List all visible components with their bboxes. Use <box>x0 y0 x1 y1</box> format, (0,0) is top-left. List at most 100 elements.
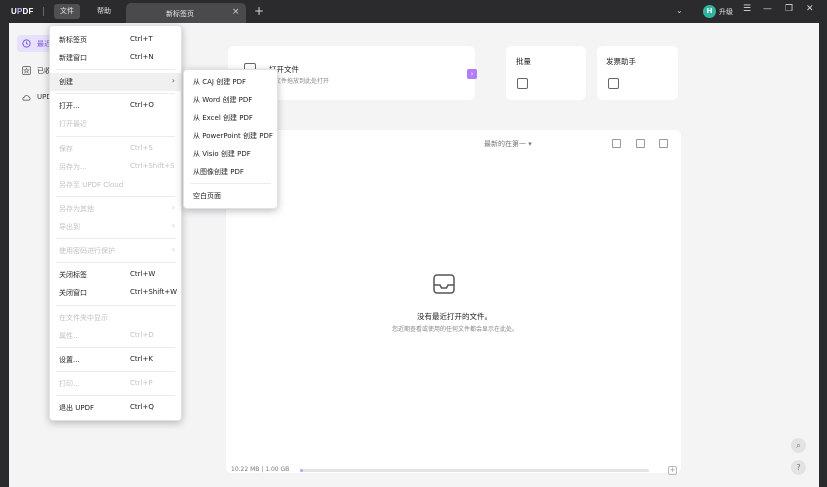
submenu-item-from-word[interactable]: 从 Word 创建 PDF <box>184 91 277 109</box>
submenu-item-from-powerpoint[interactable]: 从 PowerPoint 创建 PDF <box>184 127 277 145</box>
menu-item-shortcut: Ctrl+K <box>130 355 153 363</box>
invoice-card[interactable]: 发票助手 <box>597 46 678 100</box>
submenu-item-label: 从 PowerPoint 创建 PDF <box>193 132 273 140</box>
menu-item-create[interactable]: 创建 › <box>50 73 181 91</box>
menu-item-close-tab[interactable]: 关闭标签 Ctrl+W <box>50 266 181 284</box>
trash-icon[interactable] <box>659 139 668 148</box>
invoice-icon <box>608 78 619 89</box>
menu-item-settings[interactable]: 设置... Ctrl+K <box>50 351 181 369</box>
menu-separator <box>56 262 175 263</box>
menu-item-shortcut: Ctrl+N <box>130 53 154 61</box>
menu-item-protect-with-password: 使用密码进行保护 › <box>50 242 181 260</box>
file-menu: 新标签页 Ctrl+T 新建窗口 Ctrl+N 创建 › 打开... Ctrl+O 打开最近 保存… <box>49 25 182 421</box>
submenu-item-from-caj[interactable]: 从 CAJ 创建 PDF <box>184 73 277 91</box>
menu-item-shortcut: Ctrl+W <box>130 270 156 278</box>
open-arrow-icon[interactable]: › <box>467 69 477 79</box>
submenu-item-label: 从 CAJ 创建 PDF <box>193 78 247 86</box>
menu-file[interactable]: 文件 <box>54 4 80 19</box>
tab-new[interactable]: 新标签页 × <box>126 3 246 23</box>
recent-files-panel <box>226 130 681 473</box>
chevron-right-icon: › <box>171 203 175 212</box>
storage-usage-text: 10.22 MB | 1.00 GB <box>231 466 290 473</box>
menu-separator <box>56 238 175 239</box>
menu-item-label: 打印... <box>59 380 80 388</box>
minimize-icon[interactable]: — <box>763 5 772 14</box>
menu-item-new-tab[interactable]: 新标签页 Ctrl+T <box>50 31 181 49</box>
menu-separator <box>56 371 175 372</box>
menu-item-label: 关闭窗口 <box>59 289 87 297</box>
window-close-icon[interactable]: ✕ <box>806 5 814 14</box>
add-tab-icon[interactable]: + <box>254 5 264 17</box>
sort-dropdown[interactable]: 最新的在第一 ▾ <box>484 139 532 149</box>
menu-item-properties: 属性... Ctrl+D <box>50 327 181 345</box>
storage-progress-fill <box>300 469 303 472</box>
empty-state-title: 没有最近打开的文件。 <box>417 312 492 321</box>
star-icon <box>22 66 31 75</box>
menu-separator <box>56 305 175 306</box>
menu-icon[interactable]: ☰ <box>743 5 751 14</box>
menu-item-label: 新标签页 <box>59 36 87 44</box>
menu-item-label: 打开... <box>59 102 80 110</box>
search-icon[interactable]: ⌕ <box>791 438 806 453</box>
menu-separator <box>56 196 175 197</box>
restore-icon[interactable]: ❐ <box>785 5 793 14</box>
submenu-item-from-visio[interactable]: 从 Visio 创建 PDF <box>184 145 277 163</box>
menu-item-label: 在文件夹中显示 <box>59 314 108 322</box>
menu-item-shortcut: Ctrl+Shift+W <box>130 288 178 296</box>
close-icon[interactable]: × <box>232 8 240 17</box>
menu-item-label: 打开最近 <box>59 120 87 128</box>
submenu-item-from-excel[interactable]: 从 Excel 创建 PDF <box>184 109 277 127</box>
menu-item-close-window[interactable]: 关闭窗口 Ctrl+Shift+W <box>50 284 181 302</box>
menu-item-open-recent: 打开最近 <box>50 115 181 133</box>
menu-item-shortcut: Ctrl+O <box>130 101 154 109</box>
menu-item-label: 另存为其他 <box>59 205 94 213</box>
submenu-item-label: 从 Excel 创建 PDF <box>193 114 253 122</box>
menu-item-save-as: 另存为... Ctrl+Shift+S <box>50 158 181 176</box>
menu-help[interactable]: 帮助 <box>91 4 117 19</box>
menu-item-label: 创建 <box>59 78 73 86</box>
inbox-icon <box>433 274 455 294</box>
menu-item-show-in-folder: 在文件夹中显示 <box>50 309 181 327</box>
menu-item-shortcut: Ctrl+Q <box>130 403 154 411</box>
menu-separator <box>56 347 175 348</box>
storage-add-button[interactable]: + <box>668 466 677 475</box>
storage-progress-bar <box>300 469 649 472</box>
help-icon[interactable]: ? <box>791 460 806 475</box>
menu-separator <box>190 183 271 184</box>
menu-separator <box>56 395 175 396</box>
submenu-item-label: 从图像创建 PDF <box>193 168 244 176</box>
avatar: H <box>703 5 716 18</box>
submenu-item-blank-page[interactable]: 空白页面 <box>184 187 277 205</box>
grid-view-icon[interactable] <box>636 139 645 148</box>
menu-item-save: 保存 Ctrl+S <box>50 140 181 158</box>
menu-item-new-window[interactable]: 新建窗口 Ctrl+N <box>50 49 181 67</box>
menu-item-shortcut: Ctrl+T <box>130 35 153 43</box>
submenu-item-label: 从 Visio 创建 PDF <box>193 150 251 158</box>
chevron-down-icon[interactable]: ⌄ <box>676 6 683 15</box>
create-submenu: 从 CAJ 创建 PDF 从 Word 创建 PDF 从 Excel 创建 PDF 从… <box>183 69 278 209</box>
empty-state-subtitle: 您近期查看或使用的任何文件都会显示在此处。 <box>391 326 518 333</box>
cloud-icon <box>22 95 31 101</box>
submenu-item-from-image[interactable]: 从图像创建 PDF <box>184 163 277 181</box>
open-file-subtitle: 将文件拖放到此处打开 <box>269 78 330 85</box>
clock-icon <box>22 39 31 48</box>
menu-item-label: 使用密码进行保护 <box>59 247 115 255</box>
tab-label: 新标签页 <box>166 10 194 18</box>
menu-item-export-to: 导出到 › <box>50 218 181 236</box>
menu-item-label: 保存 <box>59 145 73 153</box>
title-divider <box>43 7 44 16</box>
menu-item-shortcut: Ctrl+P <box>130 379 153 387</box>
menu-separator <box>56 69 175 70</box>
menu-item-label: 属性... <box>59 332 80 340</box>
batch-card[interactable]: 批量 <box>506 46 586 100</box>
menu-item-label: 导出到 <box>59 223 80 231</box>
menu-item-label: 新建窗口 <box>59 54 87 62</box>
batch-icon <box>517 78 528 89</box>
submenu-item-label: 从 Word 创建 PDF <box>193 96 253 104</box>
menu-item-exit[interactable]: 退出 UPDF Ctrl+Q <box>50 399 181 417</box>
menu-item-shortcut: Ctrl+Shift+S <box>130 162 175 170</box>
menu-item-print: 打印... Ctrl+P <box>50 375 181 393</box>
menu-item-open[interactable]: 打开... Ctrl+O <box>50 97 181 115</box>
list-view-icon[interactable] <box>612 139 621 148</box>
upgrade-label: 升级 <box>719 8 733 16</box>
